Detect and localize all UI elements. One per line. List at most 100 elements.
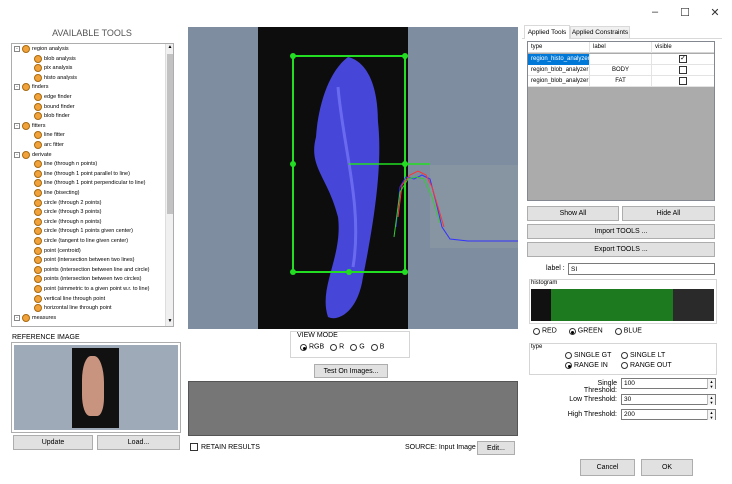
single-threshold-input[interactable] <box>621 378 716 389</box>
tree-item[interactable]: point (centroid) <box>34 246 81 255</box>
radio-icon[interactable] <box>621 362 628 369</box>
column-visible[interactable]: visible <box>652 42 714 53</box>
tree-item[interactable]: horizontal line through point <box>34 304 112 313</box>
collapse-icon[interactable]: - <box>14 46 20 52</box>
test-on-images-button[interactable]: Test On Images... <box>314 364 388 378</box>
tab-applied-constraints[interactable]: Applied Constraints <box>570 26 630 39</box>
column-label[interactable]: label <box>590 42 652 53</box>
tree-item[interactable]: edge finder <box>34 93 72 101</box>
applied-tools-table[interactable]: type label visible region_histo_analyzer… <box>527 41 715 201</box>
tree-item[interactable]: points (intersection between line and ci… <box>34 265 149 274</box>
tree-item[interactable]: circle (tangent to line given center) <box>34 237 128 245</box>
radio-icon[interactable] <box>565 362 572 369</box>
tree-item[interactable]: point (simmetric to a given point w.r. t… <box>34 285 149 293</box>
channel-radio-blue[interactable]: BLUE <box>614 328 642 335</box>
tree-category[interactable]: - finders <box>14 83 49 92</box>
radio-icon[interactable] <box>565 352 572 359</box>
image-viewer[interactable] <box>188 27 518 329</box>
radio-icon[interactable] <box>533 328 540 335</box>
type-radio-range-out[interactable]: RANGE OUT <box>621 362 672 369</box>
cancel-button[interactable]: Cancel <box>580 459 635 476</box>
tree-item[interactable]: line (through n points) <box>34 160 97 169</box>
table-row[interactable]: region_blob_analyzer BODY <box>528 65 714 76</box>
collapse-icon[interactable]: - <box>14 122 20 129</box>
tree-item[interactable]: pix analysis <box>34 64 72 73</box>
export-tools-button[interactable]: Export TOOLS ... <box>527 242 715 257</box>
low-threshold-spinner[interactable]: ▲ ▼ <box>707 395 715 405</box>
tree-item[interactable]: blob analysis <box>34 54 76 63</box>
tree-item[interactable]: line fitter <box>34 131 65 140</box>
import-tools-button[interactable]: Import TOOLS ... <box>527 224 715 239</box>
view-mode-radio-b[interactable]: B <box>370 344 384 351</box>
low-threshold-input[interactable] <box>621 394 716 405</box>
edit-source-button[interactable]: Edit... <box>477 441 515 455</box>
tree-item[interactable]: points (intersection between two circles… <box>34 275 142 284</box>
scroll-up-icon[interactable]: ▲ <box>166 44 173 52</box>
column-type[interactable]: type <box>528 42 590 53</box>
label-input[interactable] <box>568 263 715 275</box>
cell-type[interactable]: region_blob_analyzer <box>528 65 590 76</box>
retain-checkbox-box[interactable] <box>190 443 198 451</box>
radio-icon[interactable] <box>568 328 576 335</box>
tree-item[interactable]: line (through 1 point parallel to line) <box>34 169 130 178</box>
type-radio-single-lt[interactable]: SINGLE LT <box>621 352 665 359</box>
collapse-icon[interactable]: - <box>14 314 20 321</box>
tree-item[interactable]: circle (through 3 points) <box>34 208 101 217</box>
view-mode-radio-rgb[interactable]: RGB <box>300 344 324 351</box>
cell-type[interactable]: region_histo_analyzer <box>528 54 590 65</box>
tools-tree[interactable]: ▲ ▼ - region analysis blob analysis pix ana… <box>11 43 174 327</box>
show-all-button[interactable]: Show All <box>527 206 619 221</box>
type-radio-single-gt[interactable]: SINGLE GT <box>565 352 611 359</box>
ok-button[interactable]: OK <box>641 459 693 476</box>
retain-results-checkbox[interactable]: RETAIN RESULTS <box>190 443 260 451</box>
tree-category[interactable]: - fitters <box>14 121 45 130</box>
tree-item[interactable]: point (intersection between two lines) <box>34 256 135 265</box>
tree-category[interactable]: - derivate <box>14 150 52 159</box>
radio-icon[interactable] <box>330 344 338 351</box>
tree-item[interactable]: vertical line through point <box>34 294 105 303</box>
cell-label[interactable]: BODY <box>590 65 652 76</box>
close-button[interactable]: ✕ <box>700 4 730 20</box>
tree-item[interactable]: blob finder <box>34 112 70 121</box>
visible-checkbox[interactable] <box>679 77 687 85</box>
update-button[interactable]: Update <box>13 435 93 450</box>
tree-item[interactable]: line (through 1 point perpendicular to l… <box>34 179 146 188</box>
channel-radio-red[interactable]: RED <box>533 328 557 335</box>
tree-item[interactable]: circle (through 2 points) <box>34 198 101 207</box>
radio-icon[interactable] <box>300 344 307 351</box>
tree-category[interactable]: - region analysis <box>14 45 69 53</box>
cell-label[interactable] <box>590 54 652 65</box>
radio-icon[interactable] <box>621 352 628 359</box>
table-row[interactable]: region_histo_analyzer ✓ <box>528 54 714 65</box>
tree-scrollbar[interactable]: ▲ ▼ <box>165 44 173 326</box>
radio-icon[interactable] <box>350 344 358 351</box>
tree-item[interactable]: line (bisecting) <box>34 189 79 197</box>
load-button[interactable]: Load... <box>97 435 180 450</box>
tree-item[interactable]: circle (through 1 points given center) <box>34 227 133 236</box>
scroll-down-icon[interactable]: ▼ <box>166 318 173 326</box>
single-threshold-spinner[interactable]: ▲ ▼ <box>707 379 715 389</box>
visible-checkbox[interactable]: ✓ <box>679 55 687 63</box>
visible-checkbox[interactable] <box>679 66 687 74</box>
tree-scroll-thumb[interactable] <box>167 54 173 214</box>
high-threshold-spinner[interactable]: ▲ ▼ <box>707 410 715 420</box>
hide-all-button[interactable]: Hide All <box>622 206 715 221</box>
tree-item[interactable]: arc fitter <box>34 141 64 149</box>
type-radio-range-in[interactable]: RANGE IN <box>565 362 608 369</box>
channel-radio-green[interactable]: GREEN <box>568 328 603 335</box>
high-threshold-input[interactable] <box>621 409 716 420</box>
cell-label[interactable]: FAT <box>590 76 652 87</box>
tab-applied-tools[interactable]: Applied Tools <box>524 25 570 39</box>
cell-type[interactable]: region_blob_analyzer <box>528 76 590 87</box>
collapse-icon[interactable]: - <box>14 84 20 91</box>
tree-item[interactable]: bound finder <box>34 102 75 111</box>
collapse-icon[interactable]: - <box>14 151 20 158</box>
radio-icon[interactable] <box>370 344 378 351</box>
tree-category[interactable]: - measures <box>14 313 56 322</box>
tree-item[interactable]: circle (through n points) <box>34 217 101 226</box>
view-mode-radio-g[interactable]: G <box>350 344 365 351</box>
radio-icon[interactable] <box>614 328 622 335</box>
view-mode-radio-r[interactable]: R <box>330 344 344 351</box>
tree-item[interactable]: histo analysis <box>34 73 77 82</box>
table-row[interactable]: region_blob_analyzer FAT <box>528 76 714 87</box>
